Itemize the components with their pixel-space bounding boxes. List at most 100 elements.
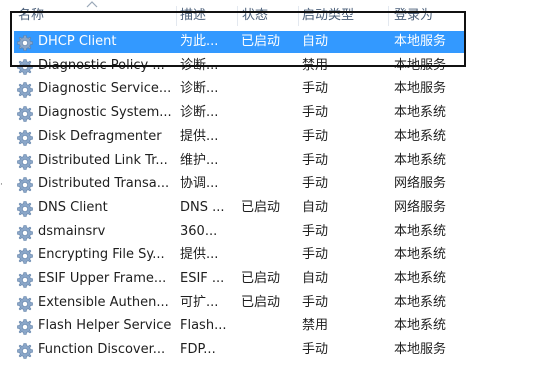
service-row[interactable]: Flash Helper Service Flash... 禁用 本地系统 [14,315,464,337]
gear-icon [16,34,34,52]
service-description: FDP... [180,342,216,358]
service-logon-as: 本地服务 [394,57,447,73]
column-header-status[interactable]: 状态 [242,7,268,25]
gear-icon [16,176,34,194]
service-logon-as: 本地系统 [394,318,447,334]
service-description: 协调... [180,176,219,192]
column-header-name[interactable]: 名称 [18,7,44,25]
gear-icon [16,153,34,171]
column-header-bar: 名称 描述 状态 启动类型 登录为 [0,0,557,28]
service-row[interactable]: Diagnostic System... 诊断... 手动 本地系统 [14,102,464,124]
gear-icon [16,105,34,123]
service-row[interactable]: ESIF Upper Frame... ESIF ... 已启动 自动 本地系统 [14,268,464,290]
service-name: Diagnostic System... [38,105,172,121]
service-description: 维护... [180,152,219,168]
service-row[interactable]: Diagnostic Service... 诊断... 手动 本地服务 [14,78,464,100]
service-logon-as: 本地系统 [394,247,447,263]
service-startup-type: 手动 [302,247,329,263]
service-logon-as: 本地系统 [394,128,447,144]
service-row[interactable]: Function Discover... FDP... 手动 本地服务 [14,339,464,361]
service-logon-as: 本地服务 [394,81,447,97]
service-row[interactable]: Encrypting File Sy... 提供... 手动 本地系统 [14,244,464,266]
service-status [241,78,297,100]
service-description: DNS ... [180,199,225,215]
service-description: Flash... [180,318,227,334]
service-row[interactable]: Disk Defragmenter 提供... 手动 本地系统 [14,126,464,148]
left-edge-marker: · [0,180,3,190]
service-startup-type: 禁用 [302,57,329,73]
service-name: DHCP Client [38,34,117,49]
service-name: Distributed Link Tr... [38,152,168,168]
service-name: ESIF Upper Frame... [38,271,167,286]
sort-ascending-icon [86,1,98,8]
gear-icon [16,129,34,147]
column-header-description[interactable]: 描述 [180,7,206,25]
column-header-startup-type[interactable]: 启动类型 [302,7,354,25]
service-status: 已启动 [241,199,281,215]
column-divider[interactable] [388,6,389,26]
service-startup-type: 手动 [302,294,329,310]
service-status [241,102,297,124]
service-startup-type: 自动 [302,199,329,215]
column-header-logon-as[interactable]: 登录为 [394,7,433,25]
service-logon-as: 本地系统 [394,271,447,286]
column-divider[interactable] [237,6,238,26]
service-startup-type: 手动 [302,81,329,97]
gear-icon [16,295,34,313]
service-startup-type: 手动 [302,152,329,168]
service-logon-as: 本地服务 [394,34,447,49]
gear-icon [16,247,34,265]
service-logon-as: 本地系统 [394,294,447,310]
service-name: Encrypting File Sy... [38,247,165,263]
service-status [241,126,297,148]
service-name: Distributed Transa... [38,176,170,192]
service-logon-as: 本地服务 [394,342,447,358]
gear-icon [16,271,34,289]
service-logon-as: 本地系统 [394,152,447,168]
service-name: DNS Client [38,199,108,215]
gear-icon [16,58,34,76]
service-logon-as: 网络服务 [394,176,447,192]
service-startup-type: 手动 [302,128,329,144]
service-status [241,221,297,243]
gear-icon [16,224,34,242]
service-name: Extensible Authen... [38,294,169,310]
service-row[interactable]: Diagnostic Policy ... 诊断... 禁用 本地服务 [14,55,464,77]
service-name: Flash Helper Service [38,318,172,334]
column-divider[interactable] [176,6,177,26]
service-status [241,339,297,361]
service-status [241,244,297,266]
service-startup-type: 自动 [302,271,329,286]
service-row[interactable]: DNS Client DNS ... 已启动 自动 网络服务 [14,197,464,219]
service-name: Function Discover... [38,342,166,358]
service-startup-type: 手动 [302,223,329,239]
column-divider[interactable] [298,6,299,26]
service-description: 可扩... [180,294,219,310]
service-description: 诊断... [180,81,219,97]
service-startup-type: 自动 [302,34,329,49]
service-row[interactable]: Extensible Authen... 可扩... 已启动 手动 本地系统 [14,292,464,314]
gear-icon [16,200,34,218]
service-name: Diagnostic Policy ... [38,57,165,73]
service-status: 已启动 [241,271,281,286]
service-description: 诊断... [180,57,219,73]
service-row[interactable]: DHCP Client 为此... 已启动 自动 本地服务 [14,31,464,53]
service-row[interactable]: Distributed Transa... 协调... 手动 网络服务 [14,173,464,195]
service-description: 提供... [180,128,219,144]
service-status [241,150,297,172]
service-status [241,173,297,195]
gear-icon [16,342,34,360]
service-row[interactable]: dsmainsrv 360... 手动 本地系统 [14,221,464,243]
service-row[interactable]: Distributed Link Tr... 维护... 手动 本地系统 [14,150,464,172]
service-status [241,315,297,337]
service-startup-type: 手动 [302,105,329,121]
service-name: Disk Defragmenter [38,128,162,144]
service-logon-as: 网络服务 [394,199,447,215]
service-startup-type: 手动 [302,342,329,358]
services-list-view: 名称 描述 状态 启动类型 登录为 DHCP Client 为此... 已启动 自动本… [0,0,557,368]
service-description: 提供... [180,247,219,263]
service-startup-type: 手动 [302,176,329,192]
gear-icon [16,318,34,336]
service-description: 诊断... [180,105,219,121]
service-name: dsmainsrv [38,223,106,239]
